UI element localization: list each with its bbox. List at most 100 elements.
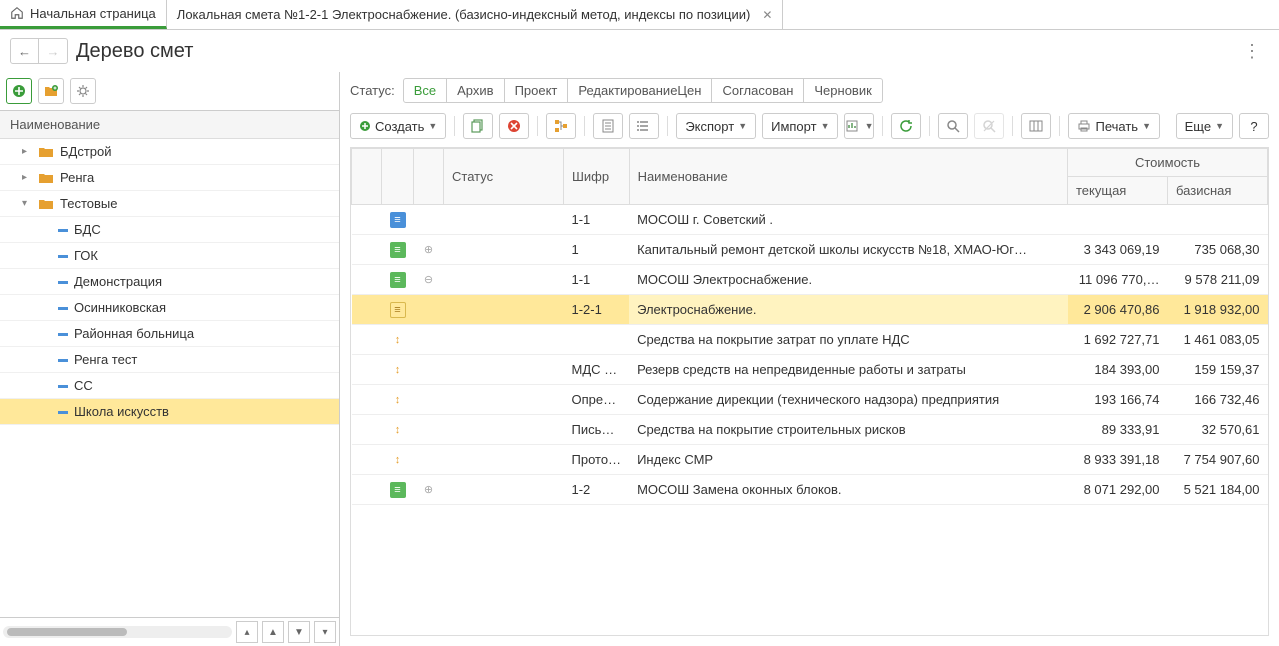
- table-row[interactable]: ↕Пись…Средства на покрытие строительных …: [352, 415, 1268, 445]
- tree-item-label: СС: [74, 378, 93, 393]
- row-base: 32 570,61: [1168, 415, 1268, 445]
- list-button[interactable]: [629, 113, 659, 139]
- col-base[interactable]: базисная: [1168, 177, 1268, 205]
- doc-icon: ▬: [58, 380, 68, 391]
- col-status[interactable]: Статус: [444, 149, 564, 205]
- row-expander: [414, 445, 444, 475]
- table-row[interactable]: ≡1-1МОСОШ г. Советский .: [352, 205, 1268, 235]
- expander-icon[interactable]: ▸: [22, 172, 32, 183]
- expander-icon[interactable]: ▾: [22, 198, 32, 209]
- table-row[interactable]: ↕Прото…Индекс СМР8 933 391,187 754 907,6…: [352, 445, 1268, 475]
- tree-item-label: Школа искусств: [74, 404, 169, 419]
- doc-icon: ▬: [58, 328, 68, 339]
- tree-item-label: Демонстрация: [74, 274, 162, 289]
- table-row[interactable]: ↕Средства на покрытие затрат по уплате Н…: [352, 325, 1268, 355]
- tab-document[interactable]: Локальная смета №1-2-1 Электроснабжение.…: [167, 0, 784, 29]
- row-expander: [414, 325, 444, 355]
- row-name: Средства на покрытие затрат по уплате НД…: [629, 325, 1067, 355]
- status-tab-2[interactable]: Проект: [505, 79, 569, 102]
- tree-item-10[interactable]: ▬Школа искусств: [0, 399, 339, 425]
- add-button[interactable]: [6, 78, 32, 104]
- row-base: 5 521 184,00: [1168, 475, 1268, 505]
- table-row[interactable]: ↕МДС …Резерв средств на непредвиденные р…: [352, 355, 1268, 385]
- more-button[interactable]: Еще▼: [1176, 113, 1233, 139]
- table-row[interactable]: ≡⊖1-1МОСОШ Электроснабжение.11 096 770,……: [352, 265, 1268, 295]
- row-name: Содержание дирекции (технического надзор…: [629, 385, 1067, 415]
- col-cost[interactable]: Стоимость: [1068, 149, 1268, 177]
- columns-button[interactable]: [1021, 113, 1051, 139]
- col-name[interactable]: Наименование: [629, 149, 1067, 205]
- tree-nav-top[interactable]: ▴: [236, 621, 258, 643]
- status-tab-4[interactable]: Согласован: [712, 79, 804, 102]
- import-button[interactable]: Импорт▼: [762, 113, 838, 139]
- row-expander[interactable]: ⊕: [414, 475, 444, 505]
- folder-button[interactable]: [38, 78, 64, 104]
- row-type-icon: ≡: [390, 272, 406, 288]
- clear-search-button[interactable]: [974, 113, 1004, 139]
- tree-item-label: Тестовые: [60, 196, 117, 211]
- row-expander: [414, 415, 444, 445]
- refresh-button[interactable]: [891, 113, 921, 139]
- menu-dots-button[interactable]: ⋮: [1235, 41, 1269, 62]
- export-button[interactable]: Экспорт▼: [676, 113, 756, 139]
- col-code[interactable]: Шифр: [564, 149, 630, 205]
- status-tab-1[interactable]: Архив: [447, 79, 504, 102]
- status-tab-3[interactable]: РедактированиеЦен: [568, 79, 712, 102]
- tree-item-5[interactable]: ▬Демонстрация: [0, 269, 339, 295]
- tree-item-9[interactable]: ▬ СС: [0, 373, 339, 399]
- close-icon[interactable]: ✕: [762, 8, 772, 22]
- table-row[interactable]: ≡1-2-1Электроснабжение.2 906 470,861 918…: [352, 295, 1268, 325]
- row-current: [1068, 205, 1168, 235]
- tree-item-8[interactable]: ▬Ренга тест: [0, 347, 339, 373]
- expander-icon[interactable]: ▸: [22, 146, 32, 157]
- row-type-icon: ↕: [390, 392, 406, 408]
- tree-item-2[interactable]: ▾ Тестовые: [0, 191, 339, 217]
- row-expander[interactable]: ⊖: [414, 265, 444, 295]
- properties-button[interactable]: [593, 113, 623, 139]
- nav-back-button[interactable]: ←: [11, 39, 39, 63]
- tree-hscroll[interactable]: [3, 626, 232, 638]
- nav-forward-button[interactable]: →: [39, 39, 67, 63]
- settings-button[interactable]: [70, 78, 96, 104]
- tree-item-4[interactable]: ▬ГОК: [0, 243, 339, 269]
- table-row[interactable]: ≡⊕1Капитальный ремонт детской школы иску…: [352, 235, 1268, 265]
- delete-button[interactable]: [499, 113, 529, 139]
- status-tab-5[interactable]: Черновик: [804, 79, 881, 102]
- row-base: 1 918 932,00: [1168, 295, 1268, 325]
- tree-item-label: Осинниковская: [74, 300, 166, 315]
- tree-nav-down[interactable]: ▼: [288, 621, 310, 643]
- row-name: Средства на покрытие строительных рисков: [629, 415, 1067, 445]
- help-button[interactable]: ?: [1239, 113, 1269, 139]
- row-base: 735 068,30: [1168, 235, 1268, 265]
- print-button[interactable]: Печать▼: [1068, 113, 1160, 139]
- col-current[interactable]: текущая: [1068, 177, 1168, 205]
- row-name: Электроснабжение.: [629, 295, 1067, 325]
- row-current: 3 343 069,19: [1068, 235, 1168, 265]
- tree-item-7[interactable]: ▬ Районная больница: [0, 321, 339, 347]
- tree-item-3[interactable]: ▬БДС: [0, 217, 339, 243]
- tree-item-1[interactable]: ▸Ренга: [0, 165, 339, 191]
- row-name: Резерв средств на непредвиденные работы …: [629, 355, 1067, 385]
- row-name: Капитальный ремонт детской школы искусст…: [629, 235, 1067, 265]
- row-type-icon: ↕: [390, 362, 406, 378]
- copy-button[interactable]: [463, 113, 493, 139]
- row-current: 2 906 470,86: [1068, 295, 1168, 325]
- search-button[interactable]: [938, 113, 968, 139]
- table-row[interactable]: ≡⊕1-2МОСОШ Замена оконных блоков.8 071 2…: [352, 475, 1268, 505]
- folder-icon: [38, 172, 54, 184]
- report-button[interactable]: ▼: [844, 113, 874, 139]
- tree-nav-bottom[interactable]: ▾: [314, 621, 336, 643]
- tree-nav-up[interactable]: ▲: [262, 621, 284, 643]
- create-button[interactable]: Создать ▼: [350, 113, 446, 139]
- tree-item-6[interactable]: ▬Осинниковская: [0, 295, 339, 321]
- status-tab-0[interactable]: Все: [404, 79, 447, 102]
- row-expander: [414, 295, 444, 325]
- tree-item-0[interactable]: ▸БДстрой: [0, 139, 339, 165]
- tab-home[interactable]: Начальная страница: [0, 0, 167, 29]
- row-expander: [414, 205, 444, 235]
- hierarchy-button[interactable]: [546, 113, 576, 139]
- table-row[interactable]: ↕Опре…Содержание дирекции (технического …: [352, 385, 1268, 415]
- tree-item-label: Районная больница: [74, 326, 194, 341]
- row-expander[interactable]: ⊕: [414, 235, 444, 265]
- row-current: 1 692 727,71: [1068, 325, 1168, 355]
